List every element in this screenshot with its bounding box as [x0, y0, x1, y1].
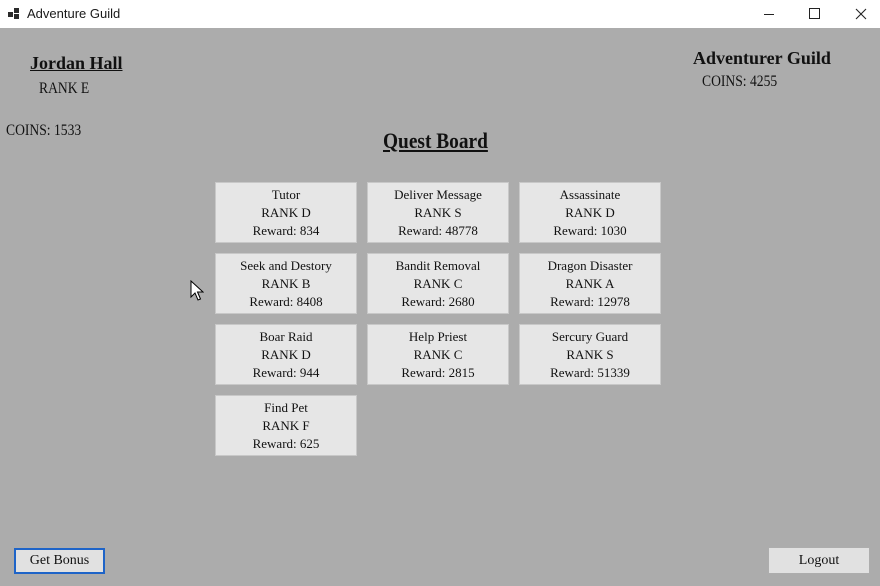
quest-rank: RANK F: [262, 418, 310, 433]
quest-name: Bandit Removal: [395, 258, 481, 273]
quest-card-dragon-disaster[interactable]: Dragon Disaster RANK A Reward: 12978: [519, 253, 661, 314]
quest-name: Seek and Destory: [240, 258, 332, 273]
quest-card-sercury-guard[interactable]: Sercury Guard RANK S Reward: 51339: [519, 324, 661, 385]
quest-reward: Reward: 12978: [550, 294, 630, 309]
minimize-button[interactable]: [746, 0, 792, 28]
quest-reward: Reward: 8408: [249, 294, 323, 309]
quest-name: Assassinate: [559, 187, 621, 202]
quest-reward: Reward: 834: [252, 223, 320, 238]
quest-rank: RANK S: [414, 205, 462, 220]
close-button[interactable]: [838, 0, 880, 28]
quest-card-help-priest[interactable]: Help Priest RANK C Reward: 2815: [367, 324, 509, 385]
quest-card-assassinate[interactable]: Assassinate RANK D Reward: 1030: [519, 182, 661, 243]
quest-reward: Reward: 944: [252, 365, 320, 380]
quest-name: Find Pet: [264, 400, 308, 415]
mouse-pointer-icon: [190, 280, 204, 301]
close-icon: [855, 8, 867, 20]
quest-board-title: Quest Board: [383, 128, 488, 153]
maximize-icon: [809, 8, 820, 19]
maximize-button[interactable]: [792, 0, 838, 28]
quest-name: Deliver Message: [394, 187, 482, 202]
quest-rank: RANK C: [413, 276, 463, 291]
quest-reward: Reward: 2815: [401, 365, 475, 380]
quest-reward: Reward: 51339: [550, 365, 630, 380]
user-coins: COINS: 1533: [6, 122, 82, 139]
quest-reward: Reward: 48778: [398, 223, 478, 238]
quest-rank: RANK C: [413, 347, 463, 362]
user-rank: RANK E: [39, 80, 90, 97]
quest-name: Help Priest: [408, 329, 468, 344]
minimize-icon: [764, 14, 774, 15]
quest-name: Tutor: [271, 187, 301, 202]
quest-rank: RANK A: [565, 276, 615, 291]
quest-card-deliver-message[interactable]: Deliver Message RANK S Reward: 48778: [367, 182, 509, 243]
quest-card-tutor[interactable]: Tutor RANK D Reward: 834: [215, 182, 357, 243]
guild-coins: COINS: 4255: [702, 73, 778, 90]
app-grid-icon: [8, 8, 20, 20]
user-name: Jordan Hall: [30, 53, 123, 73]
main-panel: Jordan Hall RANK E COINS: 1533 Adventure…: [0, 28, 880, 586]
quest-name: Dragon Disaster: [547, 258, 633, 273]
quest-rank: RANK B: [261, 276, 311, 291]
quest-reward: Reward: 625: [252, 436, 320, 451]
get-bonus-button[interactable]: Get Bonus: [14, 548, 105, 574]
quest-reward: Reward: 2680: [401, 294, 475, 309]
title-bar: Adventure Guild: [0, 0, 880, 28]
quest-rank: RANK S: [566, 347, 614, 362]
quest-reward: Reward: 1030: [553, 223, 627, 238]
quest-rank: RANK D: [261, 205, 311, 220]
logout-button[interactable]: Logout: [768, 547, 870, 574]
quest-rank: RANK D: [565, 205, 615, 220]
quest-card-bandit-removal[interactable]: Bandit Removal RANK C Reward: 2680: [367, 253, 509, 314]
quest-card-boar-raid[interactable]: Boar Raid RANK D Reward: 944: [215, 324, 357, 385]
guild-name: Adventurer Guild: [693, 48, 831, 68]
quest-name: Sercury Guard: [551, 329, 629, 344]
quest-name: Boar Raid: [259, 329, 313, 344]
quest-rank: RANK D: [261, 347, 311, 362]
quest-card-seek-and-destory[interactable]: Seek and Destory RANK B Reward: 8408: [215, 253, 357, 314]
quest-card-find-pet[interactable]: Find Pet RANK F Reward: 625: [215, 395, 357, 456]
window-title: Adventure Guild: [27, 6, 121, 21]
